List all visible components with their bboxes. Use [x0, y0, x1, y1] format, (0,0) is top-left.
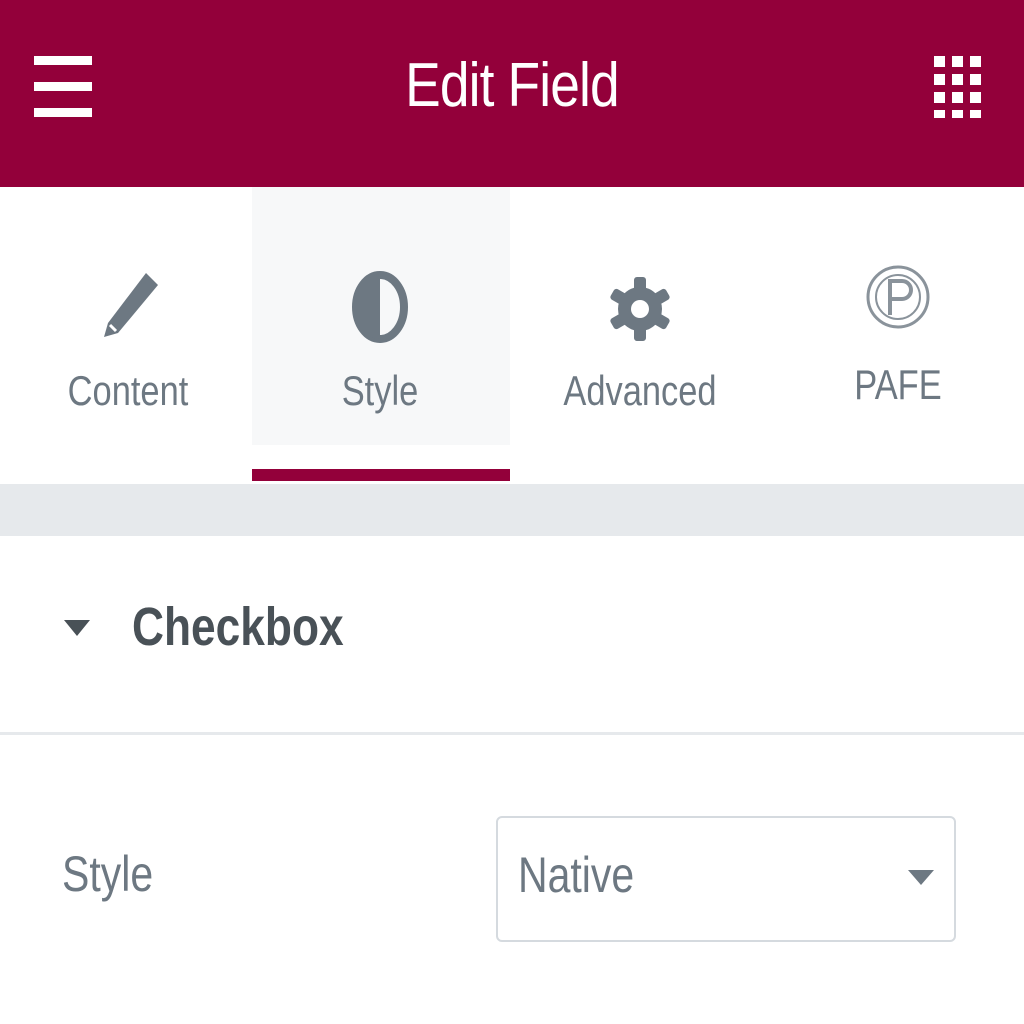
grid-apps-icon-dot: [952, 74, 963, 85]
tab-pafe[interactable]: PAFE: [770, 187, 1024, 484]
grid-apps-icon-dot: [970, 92, 981, 103]
grid-apps-icon-dot: [934, 110, 945, 118]
active-tab-indicator: [252, 469, 510, 481]
tab-advanced[interactable]: Advanced: [512, 187, 768, 484]
grid-apps-icon-dot: [970, 56, 981, 67]
tab-label: Style: [341, 367, 419, 414]
grid-apps-icon-dot: [952, 92, 963, 103]
grid-apps-icon-dot: [952, 56, 963, 67]
control-label: Style: [62, 846, 154, 902]
gear-icon: [610, 277, 670, 341]
style-select[interactable]: Native: [496, 816, 956, 942]
half-circle-icon: [352, 271, 408, 343]
pafe-logo-icon: [866, 265, 930, 329]
section-rule: [0, 732, 1024, 735]
grid-apps-icon-dot: [934, 74, 945, 85]
grid-apps-icon-dot: [970, 74, 981, 85]
caret-down-icon: [64, 620, 90, 636]
page-title: Edit Field: [405, 50, 620, 120]
chevron-down-icon: [908, 870, 934, 885]
grid-apps-icon-dot: [952, 110, 963, 118]
grid-apps-icon: [934, 56, 945, 67]
apps-button[interactable]: [934, 56, 982, 120]
panel-header: Edit Field: [0, 0, 1024, 187]
tab-content[interactable]: Content: [0, 187, 256, 484]
section-divider: [0, 484, 1024, 536]
tab-label: Advanced: [563, 367, 717, 414]
tab-style[interactable]: Style: [252, 187, 510, 484]
tab-label: PAFE: [854, 361, 942, 408]
panel-tabs: Content Style Advanced PAFE: [0, 187, 1024, 484]
grid-apps-icon-dot: [934, 92, 945, 103]
grid-apps-icon-dot: [970, 110, 981, 118]
section-toggle-checkbox[interactable]: Checkbox: [0, 536, 1024, 732]
section-title: Checkbox: [132, 597, 344, 657]
pencil-icon: [104, 273, 158, 337]
select-value: Native: [518, 847, 635, 903]
tab-label: Content: [67, 367, 189, 414]
